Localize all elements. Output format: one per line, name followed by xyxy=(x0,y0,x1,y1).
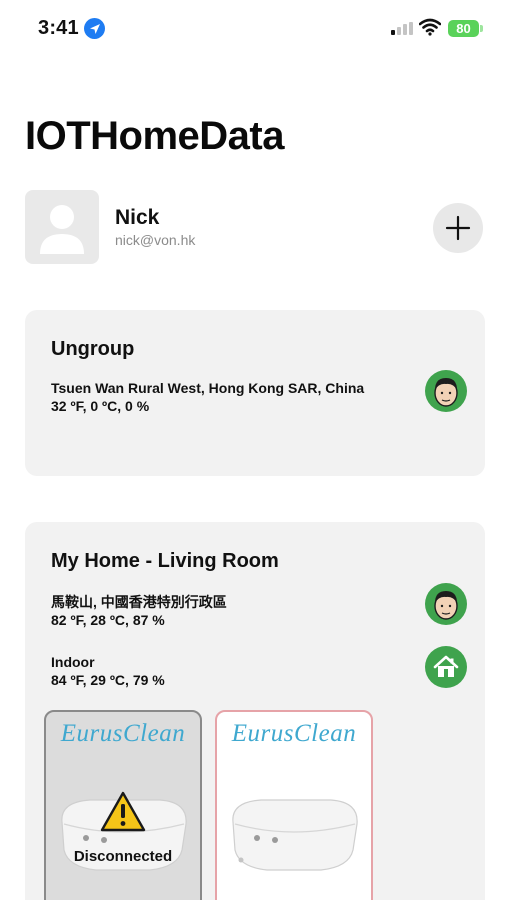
warning-icon xyxy=(100,791,146,832)
battery-cap xyxy=(480,25,483,32)
user-name: Nick xyxy=(115,206,160,229)
home-icon[interactable] xyxy=(425,646,467,688)
status-time: 3:41 xyxy=(38,17,79,39)
location-arrow-icon xyxy=(84,18,105,39)
indoor-weather: 84 ºF, 29 ºC, 79 % xyxy=(51,672,165,688)
device-status: Disconnected xyxy=(73,848,173,865)
plus-icon xyxy=(445,215,471,241)
cellular-signal-icon xyxy=(391,22,413,35)
add-button[interactable] xyxy=(433,203,483,253)
weather-avatar-icon[interactable] xyxy=(425,370,467,412)
person-placeholder-icon xyxy=(40,205,84,254)
page-title: IOTHomeData xyxy=(25,114,285,158)
air-purifier-image xyxy=(232,799,358,871)
group-weather: 32 ºF, 0 ºC, 0 % xyxy=(51,398,150,414)
wifi-icon xyxy=(418,18,442,41)
group-card-my-home[interactable]: My Home - Living Room 馬鞍山, 中國香港特別行政區 82 … xyxy=(25,522,485,900)
group-title: Ungroup xyxy=(51,338,135,360)
device-brand: EurusClean xyxy=(60,720,186,747)
avatar[interactable] xyxy=(25,190,99,264)
status-bar: 3:41 80 xyxy=(0,0,507,58)
device-tile[interactable]: EurusClean xyxy=(215,710,373,900)
weather-avatar-icon[interactable] xyxy=(425,583,467,625)
group-weather: 82 ºF, 28 ºC, 87 % xyxy=(51,612,165,628)
group-location: Tsuen Wan Rural West, Hong Kong SAR, Chi… xyxy=(51,380,365,396)
indoor-label: Indoor xyxy=(51,654,95,670)
device-tile-disconnected[interactable]: EurusClean Disconnected xyxy=(44,710,202,900)
group-card-ungroup[interactable]: Ungroup Tsuen Wan Rural West, Hong Kong … xyxy=(25,310,485,476)
device-brand: EurusClean xyxy=(231,720,357,747)
group-location: 馬鞍山, 中國香港特別行政區 xyxy=(51,594,227,610)
group-title: My Home - Living Room xyxy=(51,550,279,572)
user-email: nick@von.hk xyxy=(115,232,196,248)
battery-icon: 80 xyxy=(448,20,479,37)
